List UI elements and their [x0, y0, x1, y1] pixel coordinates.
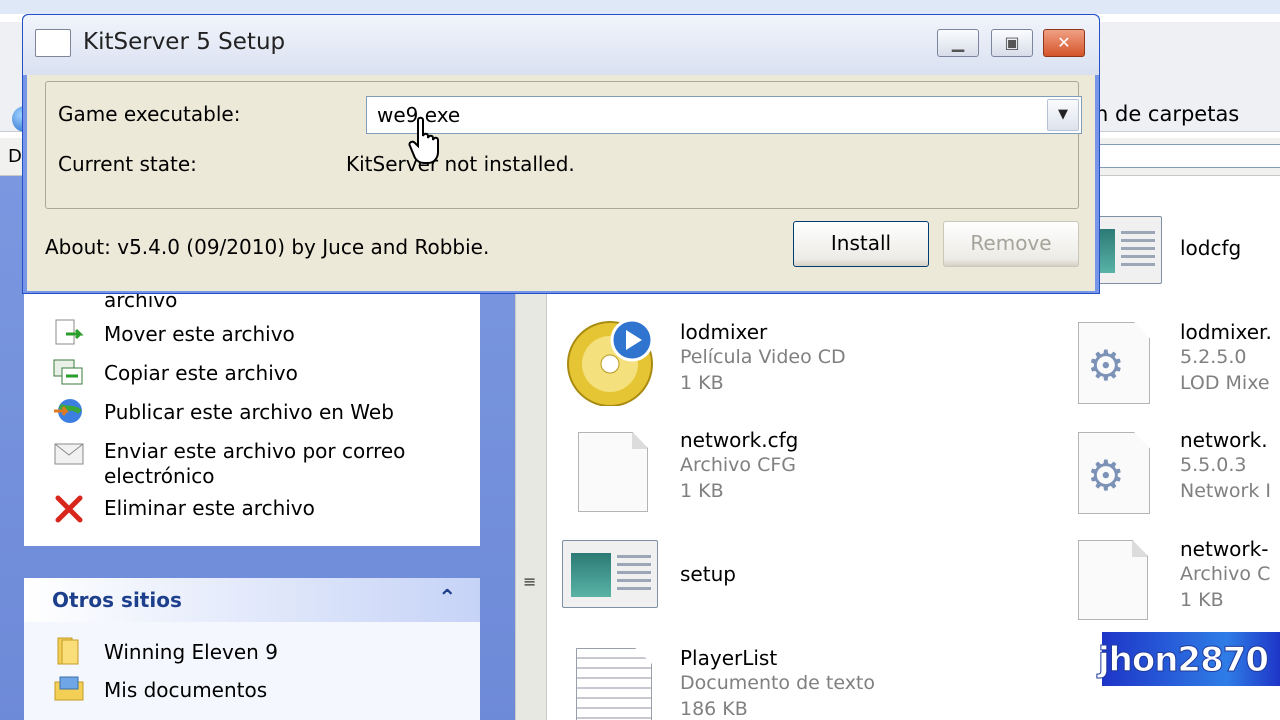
move-file-icon [55, 319, 84, 345]
video-cd-icon[interactable] [560, 316, 662, 406]
file-lodmixer-exe-version: 5.2.5.0 [1180, 346, 1247, 368]
other-places-title: Otros sitios [52, 588, 182, 612]
file-network-cfg-size: 1 KB [680, 480, 724, 502]
current-state-value: KitServer not installed. [346, 152, 575, 176]
maximize-button[interactable]: ▣ [991, 29, 1033, 57]
other-places-panel: Otros sitios ⌃ Winning Eleven 9 Mis docu… [24, 578, 480, 720]
close-icon: ✕ [1057, 33, 1071, 52]
email-icon [54, 443, 84, 465]
copy-file-icon [53, 359, 83, 385]
file-playerlist-name[interactable]: PlayerList [680, 646, 777, 670]
gear-icon[interactable]: ⚙ [1078, 322, 1150, 404]
screen: n de carpetas D archivo Mover este archi… [0, 0, 1280, 720]
maximize-icon: ▣ [1004, 33, 1020, 52]
folder-icon [57, 637, 79, 665]
file-network-dash-size: 1 KB [1180, 589, 1224, 611]
address-field[interactable] [1098, 144, 1280, 168]
task-publish-web[interactable]: Publicar este archivo en Web [104, 400, 394, 424]
settings-group: Game executable: we9.exe ▼ Current state… [45, 81, 1082, 209]
app-window-icon [35, 29, 71, 57]
delete-icon [55, 495, 83, 523]
file-tasks-panel: archivo Mover este archivo Copiar este a… [24, 288, 480, 546]
other-places-header[interactable]: Otros sitios ⌃ [24, 578, 480, 622]
task-email-file-line2[interactable]: electrónico [104, 464, 215, 488]
file-network-exe-name[interactable]: network. [1180, 428, 1268, 452]
file-network-exe-desc: Network I [1180, 480, 1271, 502]
file-lodmixer-name[interactable]: lodmixer [680, 320, 767, 344]
minimize-button[interactable]: ▁ [937, 29, 979, 57]
current-state-label: Current state: [58, 152, 197, 176]
place-my-documents[interactable]: Mis documentos [104, 678, 267, 702]
file-lodmixer-exe-name[interactable]: lodmixer. [1180, 320, 1272, 344]
file-network-dash-type: Archivo C [1180, 563, 1271, 585]
chevron-up-icon[interactable]: ⌃ [438, 586, 456, 611]
file-lodmixer-type: Película Video CD [680, 346, 846, 368]
about-text: About: v5.4.0 (09/2010) by Juce and Robb… [45, 235, 490, 259]
publish-web-icon [54, 399, 82, 423]
watermark-text: jhon2870 [1097, 640, 1269, 681]
file-lodcfg-name[interactable]: lodcfg [1180, 236, 1241, 260]
watermark: jhon2870 [1097, 632, 1280, 720]
dialog-titlebar[interactable]: KitServer 5 Setup ▁ ▣ ✕ [23, 15, 1099, 75]
file-network-cfg-name[interactable]: network.cfg [680, 428, 798, 452]
dialog-title: KitServer 5 Setup [83, 29, 286, 55]
address-label: D [8, 146, 22, 167]
document-icon[interactable] [1078, 540, 1148, 620]
game-executable-label: Game executable: [58, 102, 241, 126]
file-network-cfg-type: Archivo CFG [680, 454, 796, 476]
remove-button[interactable]: Remove [943, 221, 1079, 267]
setup-app-icon[interactable] [562, 540, 658, 608]
dialog-body: Game executable: we9.exe ▼ Current state… [27, 75, 1095, 291]
kitserver-dialog: KitServer 5 Setup ▁ ▣ ✕ Game executable:… [22, 14, 1100, 294]
task-copy-file[interactable]: Copiar este archivo [104, 361, 298, 385]
close-button[interactable]: ✕ [1043, 29, 1085, 57]
document-icon[interactable] [578, 432, 648, 512]
file-lodmixer-size: 1 KB [680, 372, 724, 394]
file-playerlist-size: 186 KB [680, 698, 748, 720]
my-documents-icon [54, 676, 84, 701]
place-winning-eleven[interactable]: Winning Eleven 9 [104, 640, 278, 664]
splitter-grip-icon[interactable]: ≡ [523, 572, 536, 591]
file-setup-name[interactable]: setup [680, 562, 736, 586]
task-move-file[interactable]: Mover este archivo [104, 322, 295, 346]
hand-cursor-icon [408, 116, 439, 164]
folders-button-label[interactable]: n de carpetas [1095, 102, 1239, 126]
file-network-exe-version: 5.5.0.3 [1180, 454, 1247, 476]
file-lodmixer-exe-desc: LOD Mixe [1180, 372, 1270, 394]
explorer-title-strip [0, 0, 1280, 14]
gear-icon[interactable]: ⚙ [1078, 432, 1150, 514]
chevron-down-icon[interactable]: ▼ [1047, 99, 1079, 131]
file-network-dash-name[interactable]: network- [1180, 537, 1268, 561]
task-email-file[interactable]: Enviar este archivo por correo [104, 439, 405, 463]
minimize-icon: ▁ [951, 33, 965, 52]
text-document-icon[interactable] [576, 648, 652, 720]
install-button[interactable]: Install [793, 221, 929, 267]
file-playerlist-type: Documento de texto [680, 672, 876, 694]
task-delete-file[interactable]: Eliminar este archivo [104, 496, 315, 520]
game-executable-select[interactable]: we9.exe ▼ [366, 96, 1082, 134]
